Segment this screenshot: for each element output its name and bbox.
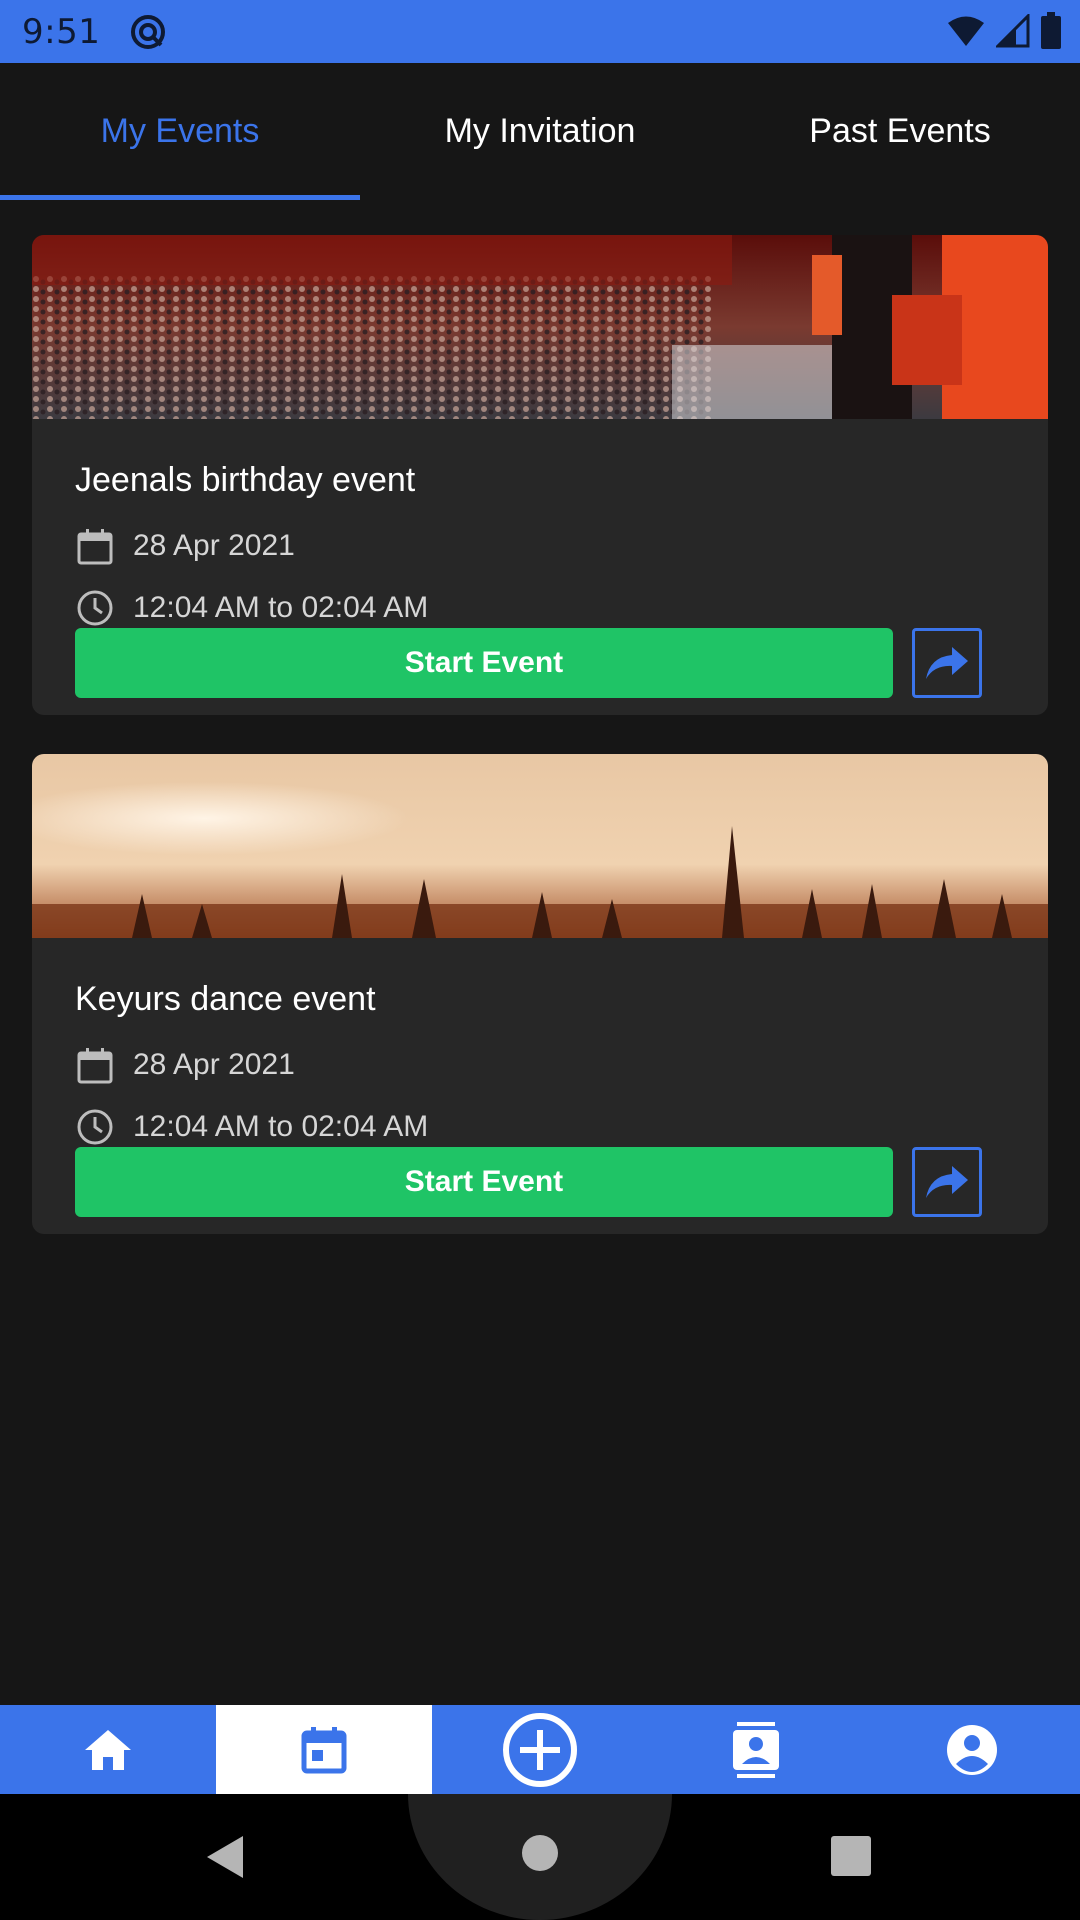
event-date-row: 28 Apr 2021 [75,526,295,566]
event-time: 12:04 AM to 02:04 AM [133,591,429,624]
status-bar: 9:51 [0,0,1080,63]
share-button[interactable] [912,1147,982,1217]
event-time: 12:04 AM to 02:04 AM [133,1110,429,1143]
back-icon[interactable] [205,1834,245,1880]
calendar-icon [301,1726,347,1773]
battery-icon [1041,12,1061,49]
tab-label: Past Events [809,112,991,150]
share-arrow-icon [926,647,968,679]
event-time-row: 12:04 AM to 02:04 AM [75,1107,428,1147]
home-button-icon[interactable] [521,1834,559,1872]
nav-home[interactable] [0,1705,216,1794]
nav-profile[interactable] [864,1705,1080,1794]
clock-icon [77,1109,113,1145]
calendar-icon [77,1048,113,1084]
nav-contacts[interactable] [648,1705,864,1794]
event-date-row: 28 Apr 2021 [75,1045,295,1085]
start-event-button[interactable]: Start Event [75,1147,893,1217]
start-event-button[interactable]: Start Event [75,628,893,698]
status-time: 9:51 [22,11,101,52]
tab-bar: My Events My Invitation Past Events [0,63,1080,200]
contacts-icon [733,1721,779,1778]
nav-create-event[interactable] [432,1705,648,1794]
tab-label: My Events [100,112,260,150]
add-circle-icon [503,1712,577,1787]
event-card[interactable]: Jeenals birthday event 28 Apr 2021 12:04… [32,235,1048,715]
share-arrow-icon [926,1166,968,1198]
event-date: 28 Apr 2021 [133,1048,295,1081]
clock-icon [77,590,113,626]
nav-events[interactable] [216,1705,432,1794]
event-time-row: 12:04 AM to 02:04 AM [75,588,428,628]
tab-my-invitation[interactable]: My Invitation [360,63,720,200]
bottom-navigation [0,1705,1080,1794]
signal-icon [996,14,1030,48]
tab-past-events[interactable]: Past Events [720,63,1080,200]
tab-label: My Invitation [444,112,636,150]
share-button[interactable] [912,628,982,698]
event-image-concert [32,754,1048,938]
tab-my-events[interactable]: My Events [0,63,360,200]
recents-icon[interactable] [831,1836,871,1876]
event-date: 28 Apr 2021 [133,529,295,562]
active-tab-indicator [0,195,360,200]
at-sign-icon [131,14,166,49]
calendar-icon [77,529,113,565]
account-icon [947,1724,997,1775]
event-title: Keyurs dance event [75,980,376,1018]
system-navigation-bar [0,1794,1080,1920]
wifi-icon [948,16,984,46]
event-card[interactable]: Keyurs dance event 28 Apr 2021 12:04 AM … [32,754,1048,1234]
event-image-conference [32,235,1048,419]
event-title: Jeenals birthday event [75,461,416,499]
home-icon [85,1729,131,1770]
